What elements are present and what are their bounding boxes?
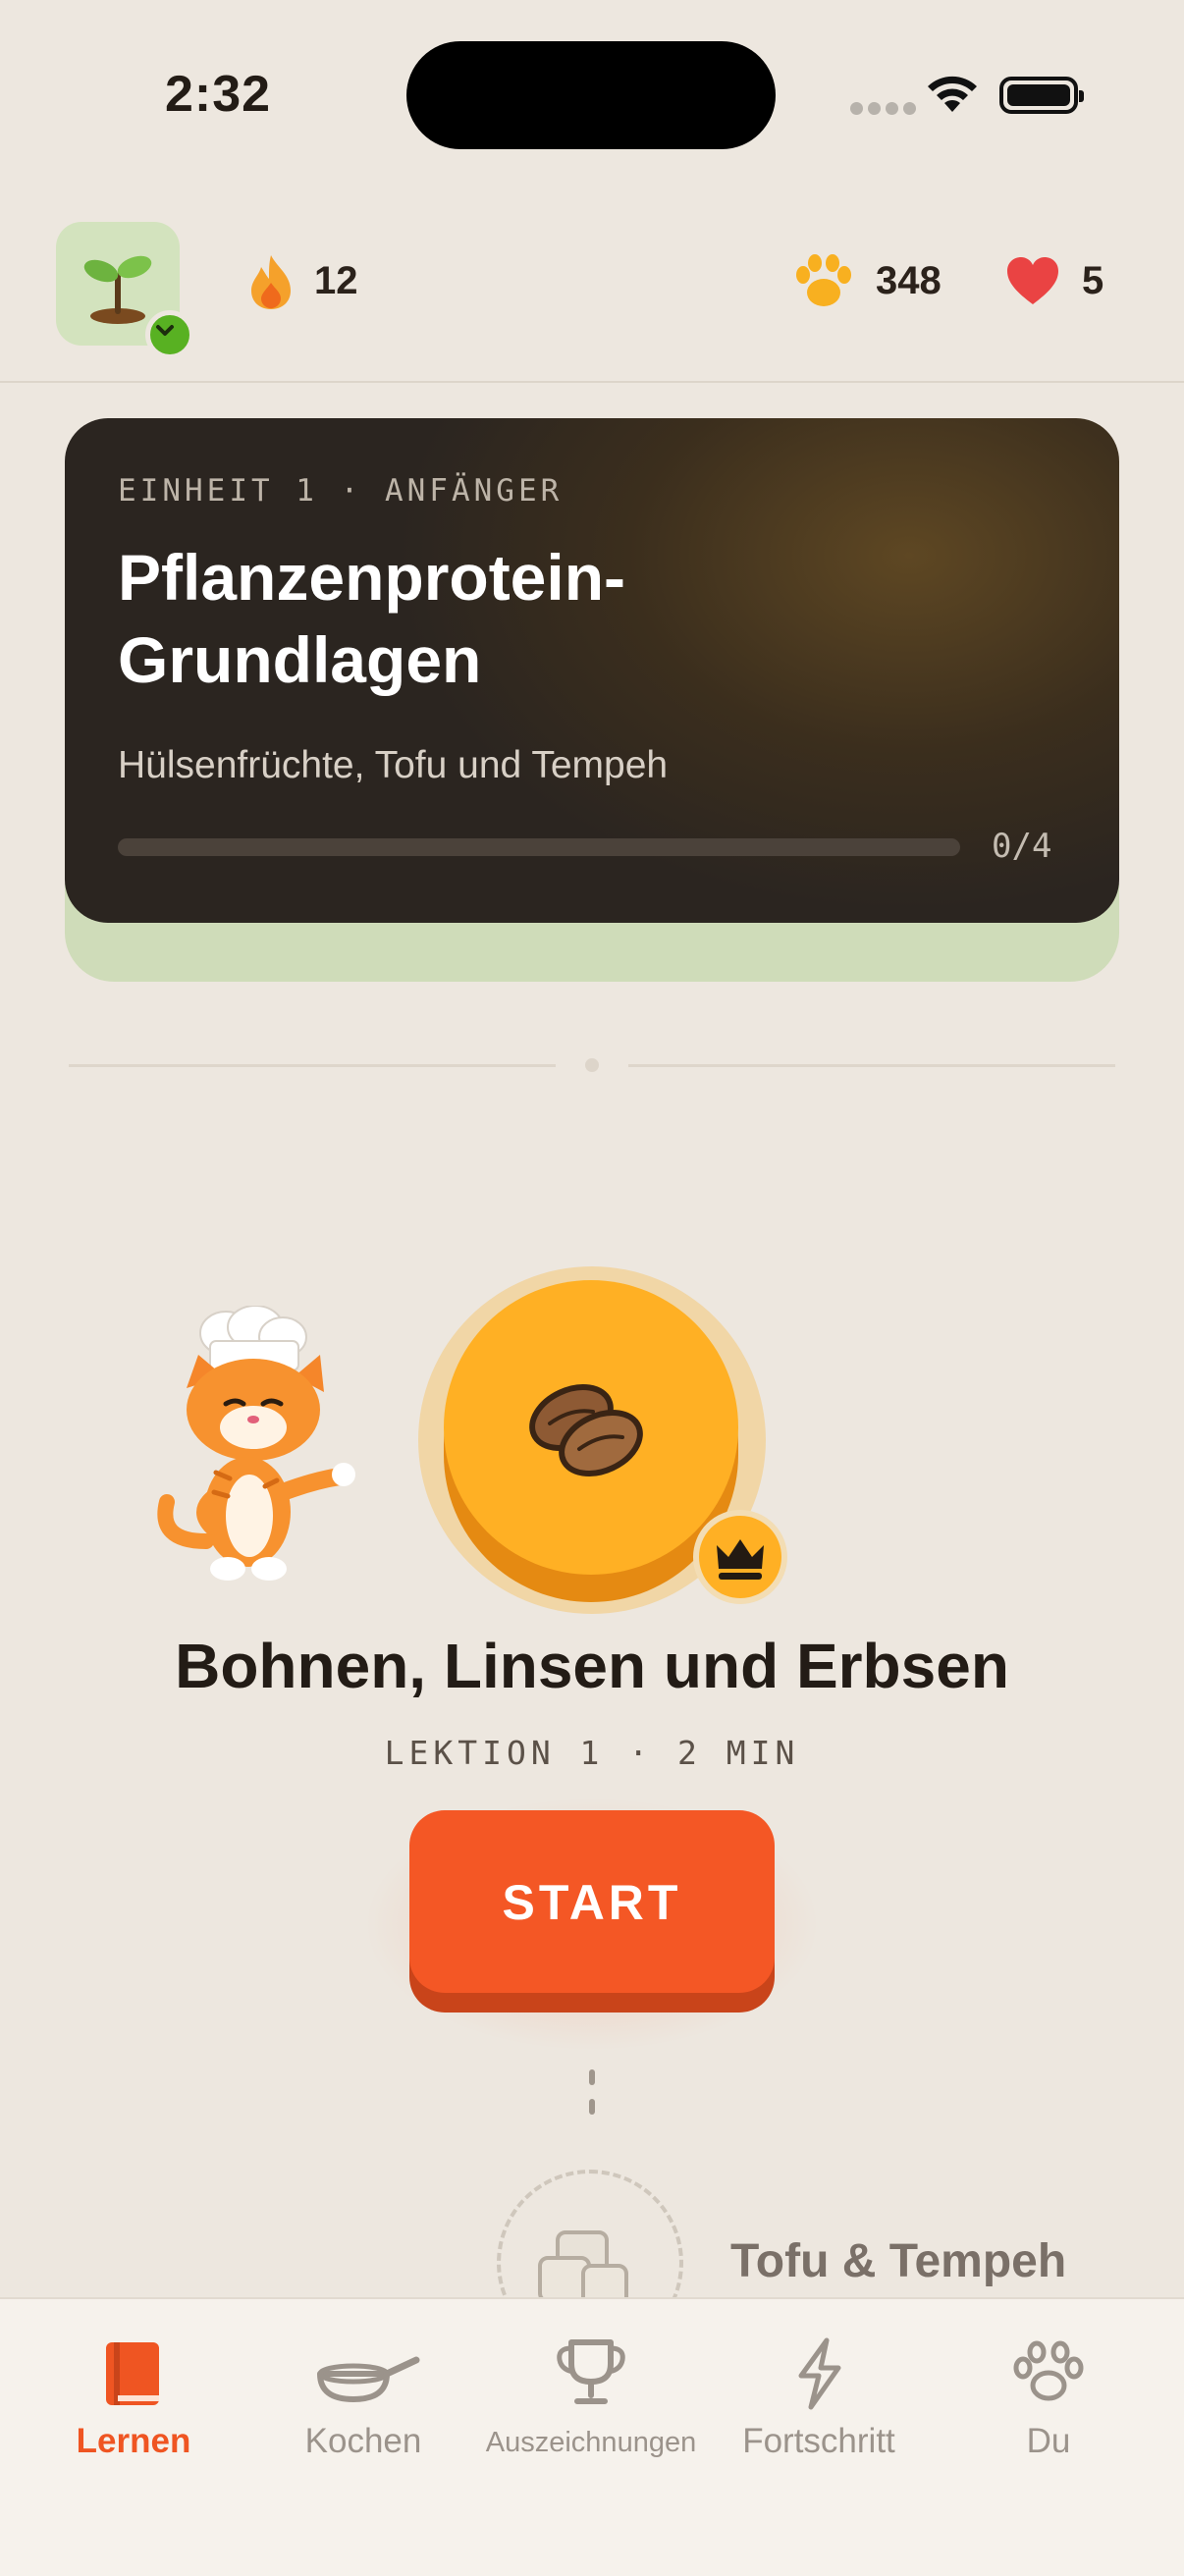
tab-label: Kochen	[304, 2422, 422, 2460]
lesson-node-button[interactable]	[444, 1280, 738, 1575]
unit-progress-bar	[118, 838, 960, 856]
unit-subtitle: Hülsenfrüchte, Tofu und Tempeh	[118, 744, 669, 786]
tab-auszeichnungen[interactable]: Auszeichnungen	[477, 2299, 705, 2496]
trophy-icon	[557, 2339, 625, 2404]
tab-fortschritt[interactable]: Fortschritt	[705, 2299, 933, 2496]
next-lesson-title: Tofu & Tempeh	[730, 2235, 1067, 2287]
path-dash	[589, 2099, 595, 2115]
check-badge-icon	[145, 310, 194, 359]
tab-label: Fortschritt	[742, 2422, 895, 2460]
path-separator-dot	[585, 1058, 599, 1072]
status-time: 2:32	[165, 66, 272, 123]
unit-progress-label: 0/4	[992, 827, 1052, 866]
tab-label: Auszeichnungen	[485, 2427, 697, 2458]
tab-kochen[interactable]: Kochen	[249, 2299, 477, 2496]
unit-card[interactable]: EINHEIT 1 · ANFÄNGER Pflanzenprotein-Gru…	[65, 418, 1119, 923]
header-divider	[0, 381, 1184, 383]
tab-lernen[interactable]: Lernen	[20, 2299, 247, 2496]
paw-icon	[796, 254, 851, 306]
start-button[interactable]: START	[409, 1810, 775, 1993]
chef-cat-mascot	[157, 1306, 355, 1581]
book-icon	[106, 2342, 159, 2405]
crown-badge	[693, 1510, 787, 1604]
path-separator-right	[628, 1064, 1115, 1067]
dynamic-island	[406, 41, 776, 149]
paws-count: 348	[876, 259, 942, 302]
path-dash	[589, 2069, 595, 2085]
heart-icon	[1007, 257, 1058, 304]
battery-icon	[999, 77, 1084, 114]
tab-label: Du	[1026, 2422, 1071, 2460]
pan-icon	[317, 2356, 420, 2402]
beans-icon	[529, 1384, 643, 1476]
path-separator-left	[69, 1064, 556, 1067]
bottom-tab-bar: Lernen Kochen Auszeichnungen Fortschritt	[0, 2297, 1184, 2576]
unit-eyebrow: EINHEIT 1 · ANFÄNGER	[118, 473, 564, 509]
unit-title: Pflanzenprotein-Grundlagen	[118, 541, 626, 696]
tab-label: Lernen	[76, 2422, 191, 2460]
flame-icon	[251, 255, 291, 309]
tab-du[interactable]: Du	[935, 2299, 1162, 2496]
hearts-count: 5	[1082, 259, 1104, 302]
paw-icon	[1013, 2340, 1084, 2401]
lightning-icon	[798, 2337, 841, 2410]
crown-icon	[717, 1539, 764, 1580]
lesson-title: Bohnen, Linsen und Erbsen	[175, 1631, 1009, 1701]
streak-count: 12	[314, 259, 358, 302]
wifi-icon	[928, 76, 977, 112]
lesson-meta: LEKTION 1 · 2 MIN	[384, 1734, 800, 1772]
